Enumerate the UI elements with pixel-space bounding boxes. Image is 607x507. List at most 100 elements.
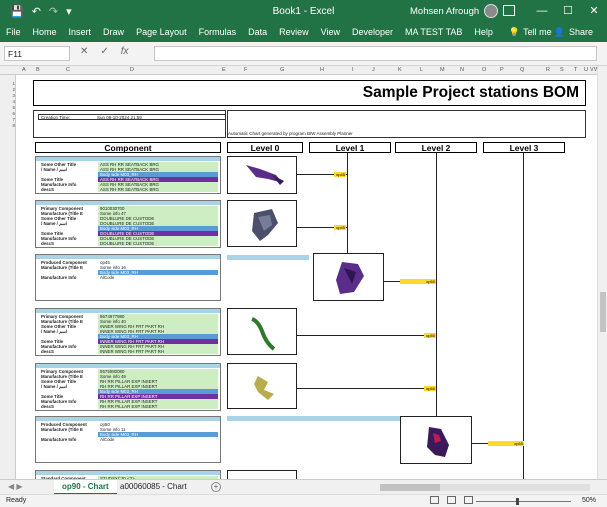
part-thumbnail[interactable] [227,363,297,409]
enter-icon[interactable]: ✓ [100,46,108,57]
menu-tab-view[interactable]: View [315,22,346,42]
column-header[interactable]: C [66,67,70,73]
normal-view-icon[interactable] [430,496,439,504]
zoom-slider-knob[interactable] [516,498,519,505]
part-thumbnail[interactable] [227,200,297,247]
menu-tab-formulas[interactable]: Formulas [193,22,243,42]
row-header[interactable]: 7 [1,117,15,122]
row-header[interactable]: 2 [1,87,15,92]
part-thumbnail[interactable] [227,156,297,194]
component-field-value[interactable]: ASS RH RR SEATBACK BRG [98,187,218,192]
save-icon[interactable]: 💾 [10,5,24,18]
column-header[interactable]: E [222,67,226,73]
scrollbar-thumb[interactable] [600,292,606,332]
component-field-value[interactable]: DOUBLURE DE CUSTODE [98,241,218,246]
component-block: Primary Component 9010030700 Manufacture (… [35,200,221,248]
formula-input[interactable] [154,46,597,61]
share-label: Share [568,27,593,37]
column-header[interactable]: O [482,67,486,73]
row-header[interactable]: 1 [1,81,15,86]
menu-tab-insert[interactable]: Insert [63,22,98,42]
name-box[interactable]: F11 [4,46,70,61]
menu-tab-file[interactable]: File [0,22,27,42]
tell-me[interactable]: 💡 Tell me [503,22,558,42]
column-header[interactable]: G [280,67,284,73]
column-header[interactable]: K [398,67,402,73]
column-header[interactable]: T [574,67,577,73]
share-button[interactable]: 👤 Share [554,27,593,38]
redo-icon[interactable]: ↷ [49,5,58,18]
column-header[interactable]: L [420,67,423,73]
column-header[interactable]: U [584,67,588,73]
user-account[interactable]: Mohsen Afrough [410,4,499,18]
column-header[interactable]: P [500,67,504,73]
row-header[interactable]: 3 [1,93,15,98]
menu-tab-help[interactable]: Help [468,22,499,42]
op-tag: op45 [334,225,346,230]
connector [297,388,436,389]
menu-tab-draw[interactable]: Draw [97,22,130,42]
component-block-header-bar [36,309,220,313]
zoom-slider[interactable] [476,498,571,505]
part-thumbnail[interactable] [227,470,297,479]
page-break-view-icon[interactable] [464,496,473,504]
connector [347,153,348,253]
part-thumbnail[interactable] [227,308,297,355]
add-sheet-button[interactable]: + [211,482,221,492]
sheet-tab-op90[interactable]: op90 - Chart [54,480,117,495]
sheet-tab-bar: ◀ ▶ op90 - Chart a00060085 - Chart + [0,479,607,495]
vertical-scrollbar[interactable] [597,66,607,479]
row-header[interactable]: 4 [1,99,15,104]
scrollbar-thumb[interactable] [380,484,440,491]
component-block-header-bar [36,417,220,421]
menu-tab-page-layout[interactable]: Page Layout [130,22,193,42]
sheet-nav-icon[interactable]: ◀ ▶ [8,482,23,491]
component-field-value[interactable]: RH RR PILLAR EXP INSERT [98,404,218,409]
column-header[interactable]: Q [520,67,524,73]
undo-icon[interactable]: ↶ [32,5,41,18]
formula-bar: F11 ✕ ✓ fx [0,42,607,66]
column-header[interactable]: B [36,67,40,73]
component-field-value[interactable]: AlCode [98,275,218,280]
row-header[interactable]: 8 [1,123,15,128]
column-header[interactable]: N [460,67,464,73]
header-level1: Level 1 [309,142,391,153]
menu-tab-home[interactable]: Home [27,22,63,42]
column-header[interactable]: S [560,67,564,73]
zoom-level[interactable]: 50% [582,497,596,504]
ribbon-display-options-icon[interactable] [503,5,515,16]
row-header[interactable]: 5 [1,105,15,110]
column-header[interactable]: H [320,67,324,73]
column-header[interactable]: R [546,67,550,73]
column-header[interactable]: M [440,67,445,73]
column-header[interactable]: J [372,67,375,73]
cancel-icon[interactable]: ✕ [80,46,88,57]
menu-tab-review[interactable]: Review [273,22,315,42]
page-layout-view-icon[interactable] [447,496,456,504]
customize-toolbar-icon[interactable]: ▾ [66,5,72,18]
maximize-button[interactable]: ☐ [555,0,581,22]
creation-time-value: Sun 06-10-2024 21:59 [97,115,142,120]
row-header[interactable]: 6 [1,111,15,116]
component-field-label: descS [41,187,54,192]
minimize-button[interactable]: — [529,0,555,22]
column-header[interactable]: F [244,67,247,73]
worksheet-grid[interactable]: ABCDEFGHIJKLMNOPQRSTUVW 12345678 Sample … [0,66,597,479]
component-field-value[interactable]: AlCode [98,437,218,442]
column-header[interactable]: D [130,67,134,73]
column-header[interactable]: A [22,67,26,73]
menu-tab-ma-test-tab[interactable]: MA TEST TAB [399,22,468,42]
part-thumbnail[interactable] [400,416,472,464]
menu-tab-data[interactable]: Data [242,22,273,42]
sheet-tab-a00060085[interactable]: a00060085 - Chart [112,480,195,495]
component-block: Primary Component 9675080080 Manufacture (… [35,363,221,411]
title-bar: 💾 ↶ ↷ ▾ Book1 - Excel Mohsen Afrough — ☐… [0,0,607,22]
component-field-value[interactable]: INNER WING RH FRT PART RH [98,349,218,354]
part-thumbnail[interactable] [313,253,384,301]
component-block-header-bar [36,364,220,368]
column-header[interactable]: I [352,67,354,73]
horizontal-scrollbar[interactable] [380,484,590,491]
insert-function-icon[interactable]: fx [121,46,129,57]
close-button[interactable]: ✕ [581,0,607,22]
menu-tab-developer[interactable]: Developer [346,22,399,42]
